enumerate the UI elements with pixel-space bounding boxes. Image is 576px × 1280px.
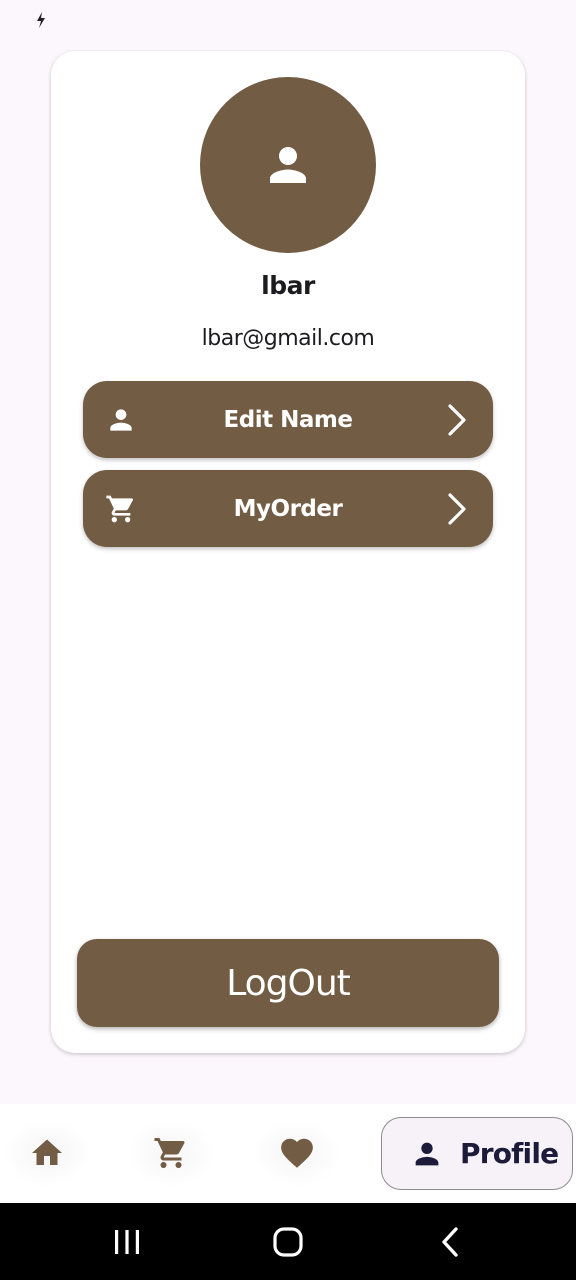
person-icon bbox=[110, 408, 132, 431]
home-circle-icon[interactable] bbox=[271, 1225, 305, 1259]
my-order-button[interactable]: MyOrder bbox=[83, 470, 493, 547]
nav-profile-label: Profile bbox=[460, 1137, 559, 1170]
cart-icon bbox=[154, 1138, 185, 1168]
avatar bbox=[200, 77, 376, 253]
cart-icon bbox=[106, 495, 134, 522]
profile-card: lbar lbar@gmail.com Edit Name MyOrder Lo… bbox=[51, 51, 525, 1053]
person-icon bbox=[270, 147, 306, 183]
person-icon bbox=[415, 1142, 439, 1165]
charging-bolt-icon bbox=[37, 12, 45, 28]
home-icon bbox=[32, 1139, 62, 1165]
edit-name-label: Edit Name bbox=[223, 406, 353, 433]
status-bar bbox=[0, 0, 576, 40]
my-order-label: MyOrder bbox=[233, 495, 343, 522]
nav-home[interactable] bbox=[2, 1118, 92, 1188]
chevron-right-icon bbox=[448, 492, 466, 525]
logout-button[interactable]: LogOut bbox=[77, 939, 499, 1027]
user-email: lbar@gmail.com bbox=[201, 326, 375, 351]
user-name: lbar bbox=[261, 271, 315, 300]
heart-icon bbox=[281, 1138, 313, 1168]
system-navigation-bar bbox=[0, 1203, 576, 1280]
nav-cart[interactable] bbox=[126, 1118, 216, 1188]
edit-name-button[interactable]: Edit Name bbox=[83, 381, 493, 458]
profile-screen: lbar lbar@gmail.com Edit Name MyOrder Lo… bbox=[0, 0, 576, 1280]
chevron-right-icon bbox=[448, 403, 466, 436]
recents-icon[interactable] bbox=[110, 1225, 144, 1259]
nav-profile[interactable]: Profile bbox=[381, 1117, 573, 1190]
back-icon[interactable] bbox=[434, 1225, 468, 1259]
bottom-navigation: Profile bbox=[0, 1104, 576, 1203]
nav-favorites[interactable] bbox=[252, 1118, 342, 1188]
